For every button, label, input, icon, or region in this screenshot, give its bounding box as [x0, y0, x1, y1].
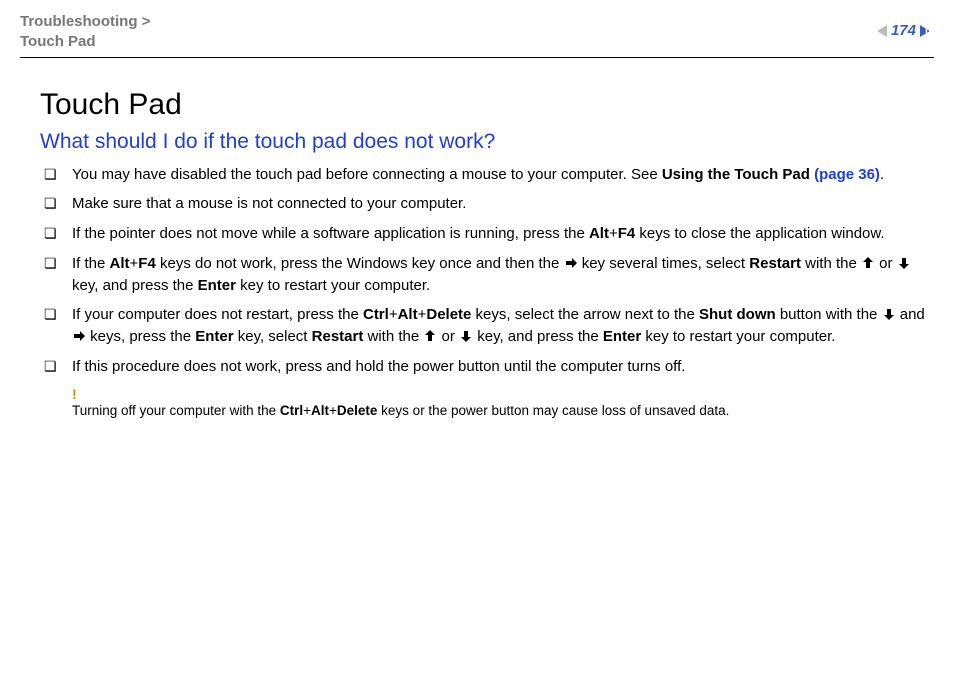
- text-run: If this procedure does not work, press a…: [72, 358, 685, 375]
- list-item: If this procedure does not work, press a…: [40, 356, 934, 378]
- text-run: If the: [72, 255, 110, 272]
- text-run: keys, select the arrow next to the: [471, 306, 699, 323]
- text-run: Ctrl: [280, 403, 303, 418]
- text-run: Turning off your computer with the: [72, 403, 280, 418]
- text-run: +: [329, 403, 337, 418]
- text-run: key, select: [234, 328, 312, 345]
- text-run: +: [609, 225, 618, 242]
- text-run: or: [875, 255, 897, 272]
- text-run: Alt: [589, 225, 609, 242]
- page-header: Troubleshooting > Touch Pad 174 N: [20, 12, 934, 58]
- breadcrumb: Troubleshooting > Touch Pad: [20, 12, 150, 53]
- text-run: Alt: [398, 306, 418, 323]
- page-link[interactable]: (page 36): [814, 166, 880, 183]
- text-run: Restart: [312, 328, 364, 345]
- text-run: keys or the power button may cause loss …: [377, 403, 729, 418]
- text-run: key to restart your computer.: [641, 328, 835, 345]
- text-run: keys do not work, press the Windows key …: [156, 255, 564, 272]
- arrow-up-icon: [423, 329, 437, 343]
- text-run: Delete: [426, 306, 471, 323]
- list-item: Make sure that a mouse is not connected …: [40, 193, 934, 215]
- arrow-down-icon: [882, 307, 896, 321]
- breadcrumb-line1: Troubleshooting >: [20, 12, 150, 32]
- text-run: +: [389, 306, 398, 323]
- text-run: .: [880, 166, 884, 183]
- text-run: Alt: [110, 255, 130, 272]
- list-item: If the Alt+F4 keys do not work, press th…: [40, 253, 934, 297]
- text-run: keys to close the application window.: [635, 225, 884, 242]
- text-run: You may have disabled the touch pad befo…: [72, 166, 662, 183]
- text-run: Make sure that a mouse is not connected …: [72, 195, 466, 212]
- text-run: If the pointer does not move while a sof…: [72, 225, 589, 242]
- text-run: Enter: [198, 277, 236, 294]
- text-run: and: [896, 306, 929, 323]
- page-nav: 174 N: [877, 22, 934, 39]
- text-run: button with the: [776, 306, 882, 323]
- arrow-right-icon: [564, 256, 578, 270]
- text-run: Restart: [749, 255, 801, 272]
- text-run: Enter: [195, 328, 233, 345]
- text-run: key several times, select: [578, 255, 750, 272]
- prev-page-icon[interactable]: [877, 25, 887, 37]
- arrow-down-icon: [459, 329, 473, 343]
- arrow-up-icon: [861, 256, 875, 270]
- arrow-right-icon: [72, 329, 86, 343]
- text-run: Ctrl: [363, 306, 389, 323]
- breadcrumb-line2: Touch Pad: [20, 32, 150, 52]
- list-item: You may have disabled the touch pad befo…: [40, 164, 934, 186]
- text-run: Delete: [337, 403, 378, 418]
- warning-mark: !: [40, 386, 934, 402]
- text-run: key to restart your computer.: [236, 277, 430, 294]
- text-run: F4: [618, 225, 636, 242]
- page-number: 174: [891, 22, 916, 39]
- bullet-list: You may have disabled the touch pad befo…: [40, 164, 934, 378]
- page-content: Touch Pad What should I do if the touch …: [20, 58, 934, 421]
- list-item: If your computer does not restart, press…: [40, 304, 934, 348]
- list-item: If the pointer does not move while a sof…: [40, 223, 934, 245]
- section-heading: What should I do if the touch pad does n…: [40, 130, 934, 154]
- text-run: Alt: [311, 403, 329, 418]
- page-title: Touch Pad: [40, 88, 934, 122]
- text-run: Shut down: [699, 306, 776, 323]
- text-run: with the: [363, 328, 423, 345]
- document-page: Troubleshooting > Touch Pad 174 N Touch …: [0, 0, 954, 674]
- text-run: or: [437, 328, 459, 345]
- text-run: If your computer does not restart, press…: [72, 306, 363, 323]
- text-run: key, and press the: [473, 328, 603, 345]
- text-run: +: [303, 403, 311, 418]
- text-run: with the: [801, 255, 861, 272]
- arrow-down-icon: [897, 256, 911, 270]
- text-run: keys, press the: [86, 328, 195, 345]
- text-run: Enter: [603, 328, 641, 345]
- text-run: +: [130, 255, 139, 272]
- text-run: Using the Touch Pad: [662, 166, 814, 183]
- text-run: F4: [138, 255, 156, 272]
- warning-note: Turning off your computer with the Ctrl+…: [40, 402, 934, 421]
